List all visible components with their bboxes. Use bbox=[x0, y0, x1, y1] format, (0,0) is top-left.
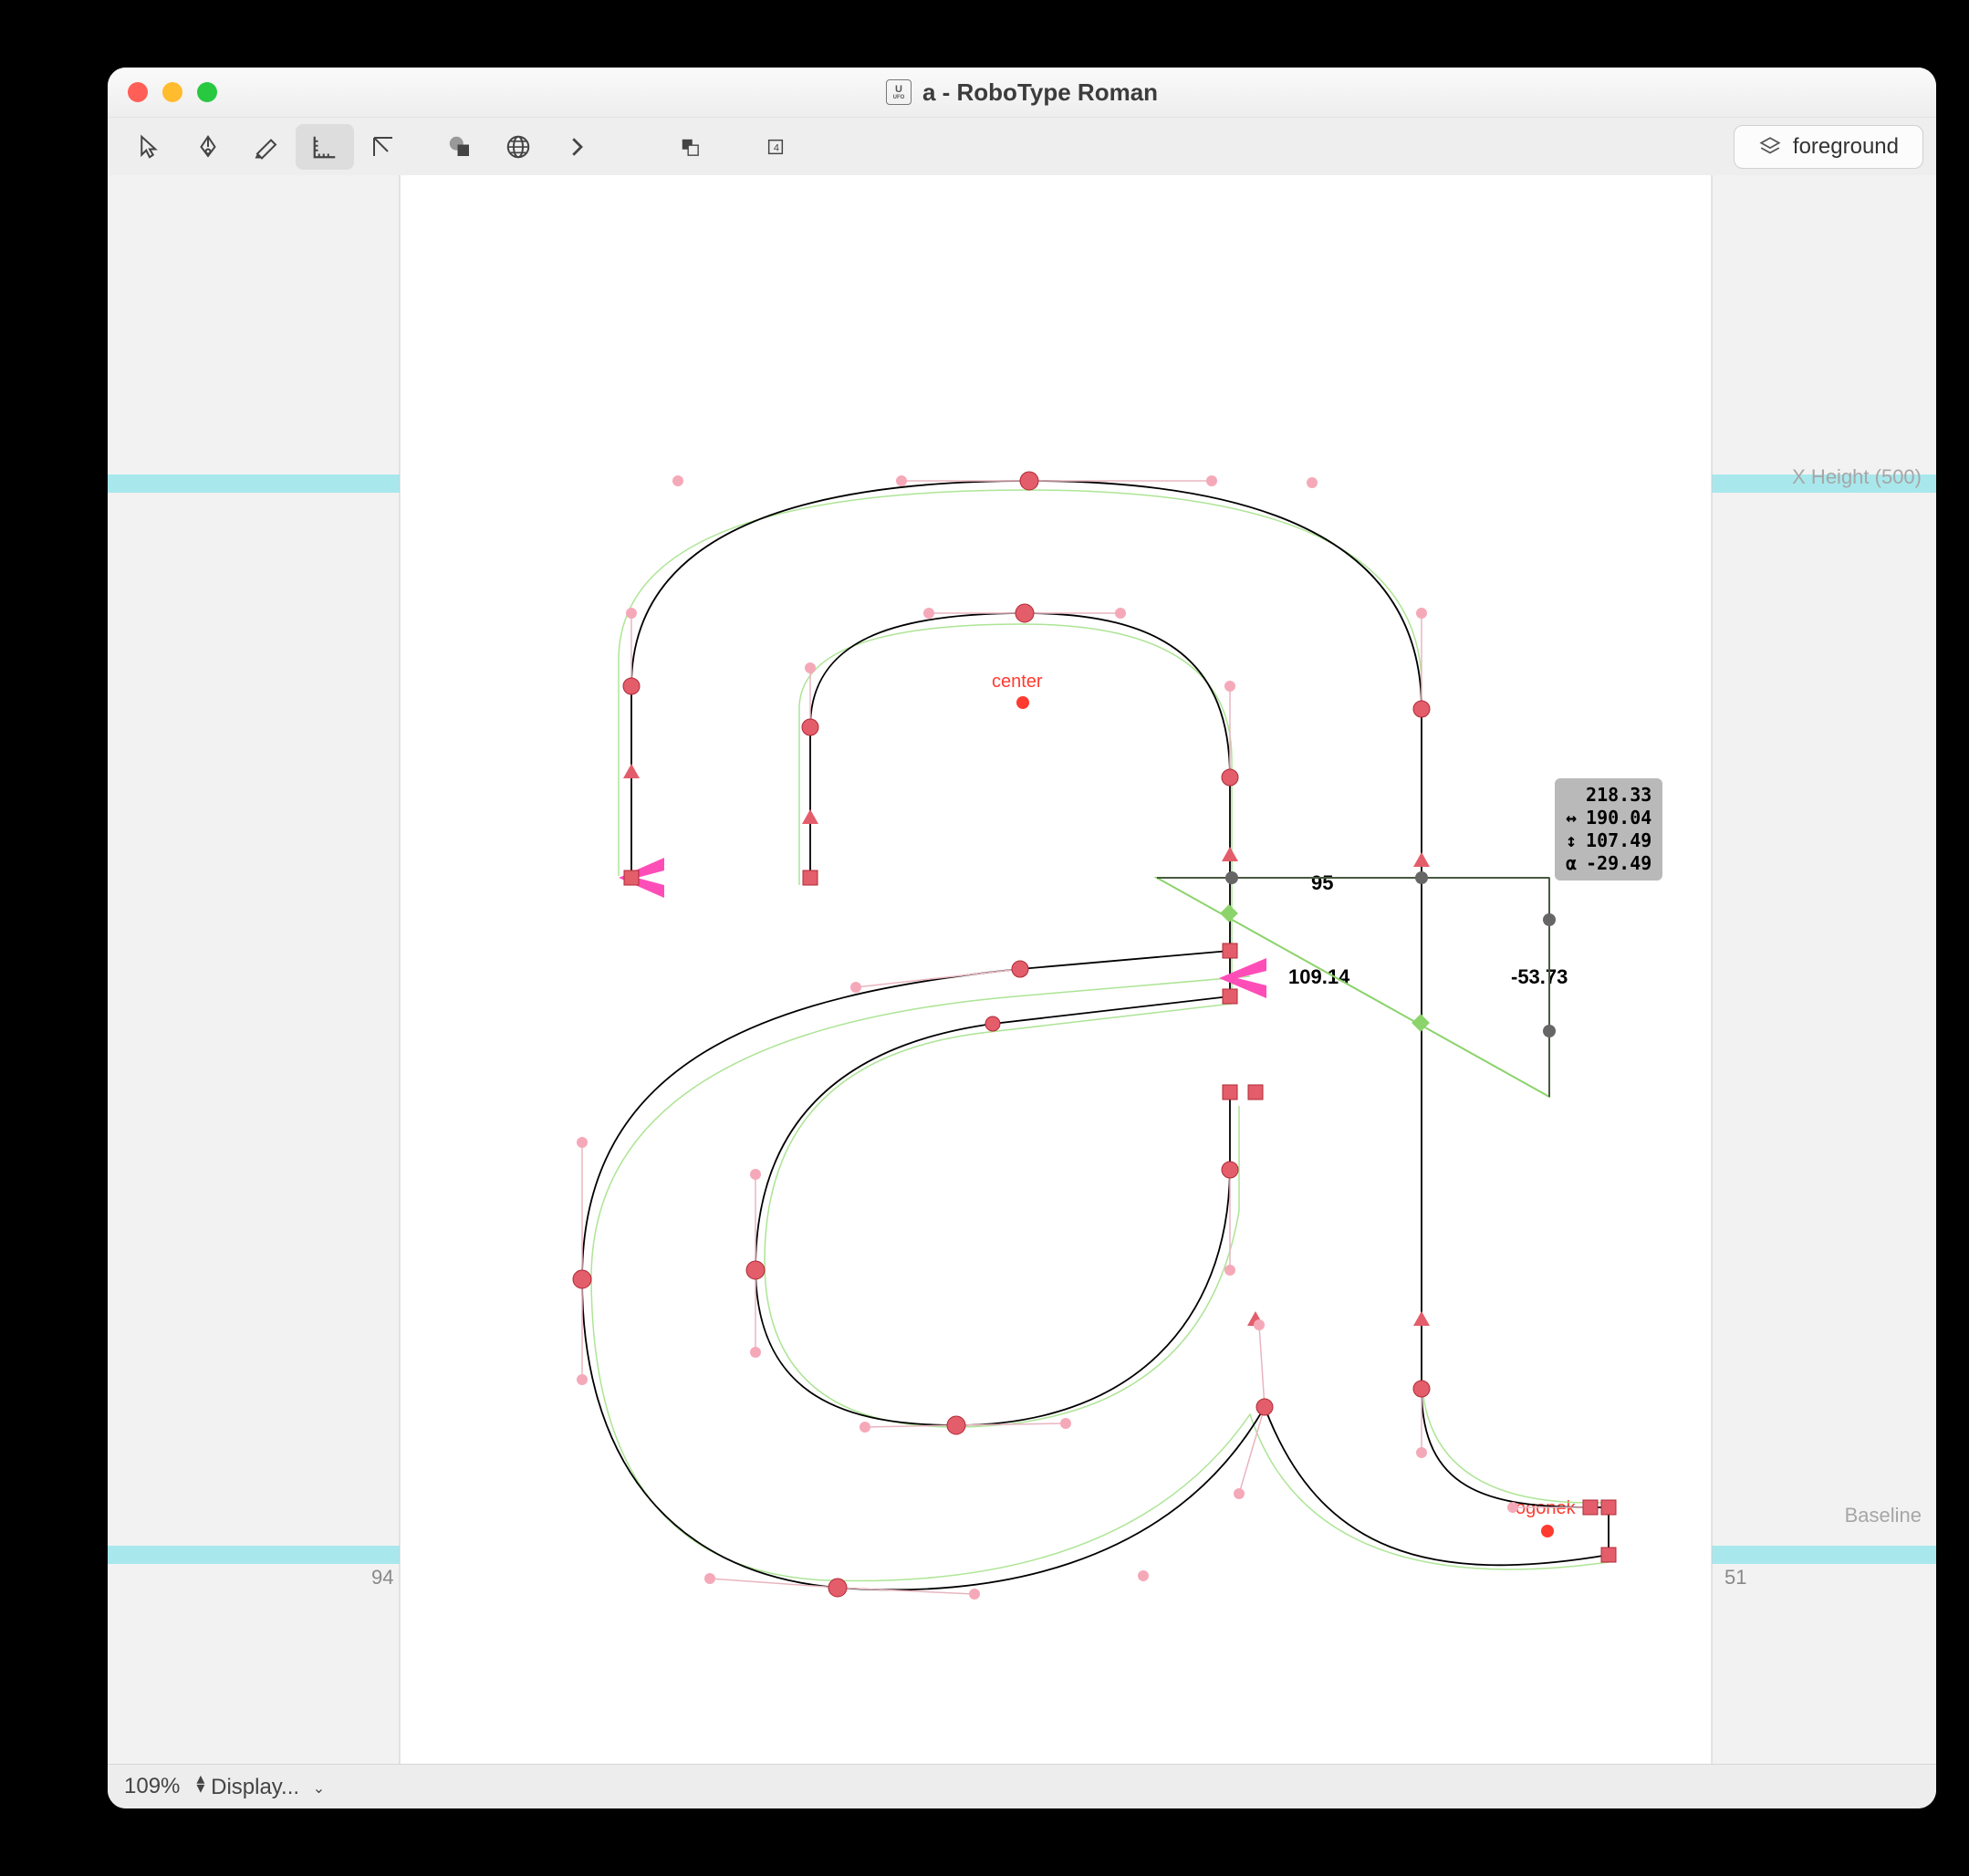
angle-tool[interactable] bbox=[354, 124, 412, 170]
svg-text:4: 4 bbox=[774, 143, 779, 154]
anchor-center-point bbox=[1016, 696, 1029, 709]
layer-selector[interactable]: foreground bbox=[1734, 125, 1923, 169]
anchor-ogonek-point bbox=[1541, 1525, 1554, 1537]
display-menu[interactable]: ▴▾ Display... ⌄ bbox=[196, 1774, 325, 1800]
measurement-overlay bbox=[1157, 871, 1556, 1097]
layer-selector-label: foreground bbox=[1793, 134, 1899, 160]
shapes-tool[interactable] bbox=[431, 124, 489, 170]
ufo-file-icon: UUFO bbox=[886, 79, 912, 105]
measurement-tool[interactable] bbox=[296, 124, 354, 170]
slice-tool[interactable] bbox=[237, 124, 296, 170]
overlap-tool[interactable] bbox=[661, 124, 719, 170]
zoom-level[interactable]: 109% bbox=[124, 1774, 180, 1799]
bounds-tool[interactable]: 4 bbox=[746, 124, 805, 170]
layers-icon bbox=[1758, 135, 1782, 159]
more-tools[interactable] bbox=[547, 124, 606, 170]
close-window-button[interactable] bbox=[128, 82, 148, 102]
global-tool[interactable] bbox=[489, 124, 547, 170]
titlebar: UUFO a - RoboType Roman bbox=[108, 68, 1936, 118]
window-title: a - RoboType Roman bbox=[922, 78, 1158, 107]
maximize-window-button[interactable] bbox=[197, 82, 217, 102]
toolbar: 4 foreground bbox=[108, 118, 1936, 177]
selection-tool[interactable] bbox=[120, 124, 179, 170]
canvas[interactable]: X Height (500) Baseline Descender (-150)… bbox=[108, 175, 1936, 1765]
minimize-window-button[interactable] bbox=[162, 82, 182, 102]
window-traffic-lights bbox=[128, 82, 217, 102]
glyph-svg bbox=[108, 175, 1936, 1765]
pen-tool[interactable] bbox=[179, 124, 237, 170]
statusbar: 109% ▴▾ Display... ⌄ bbox=[108, 1764, 1936, 1808]
app-window: UUFO a - RoboType Roman bbox=[108, 68, 1936, 1808]
